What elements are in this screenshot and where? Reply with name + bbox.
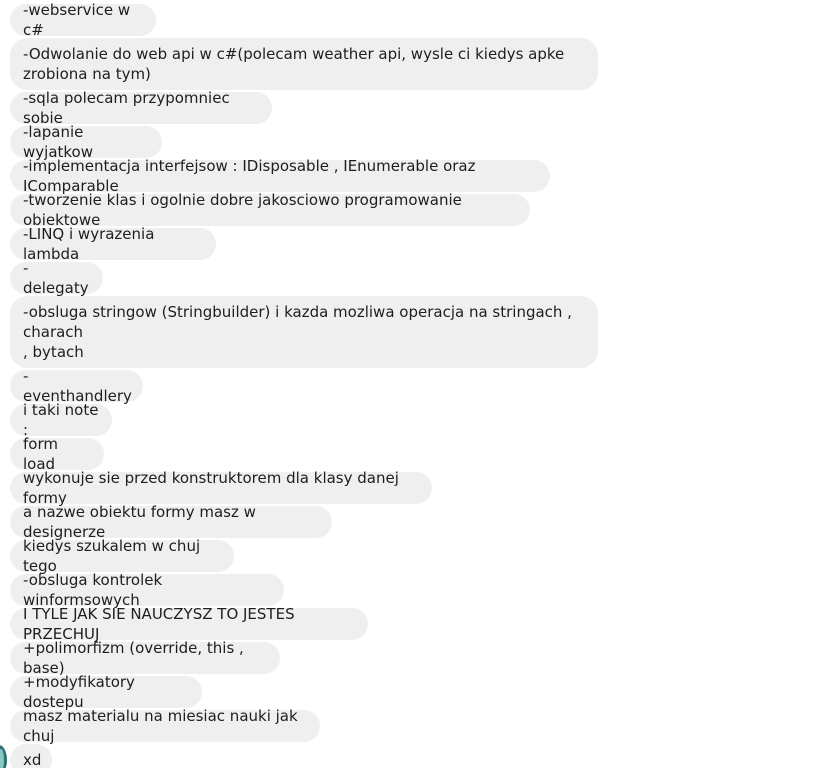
message-bubble[interactable]: -sqla polecam przypomniec sobie <box>10 89 272 127</box>
message-bubble[interactable]: -implementacja interfejsow : IDisposable… <box>10 157 550 195</box>
message-bubble[interactable]: -eventhandlery <box>10 367 143 405</box>
message-bubble[interactable]: +modyfikatory dostepu <box>10 673 202 711</box>
message-bubble[interactable]: -webservice w c# <box>10 1 156 39</box>
message-bubble[interactable]: masz materialu na miesiac nauki jak chuj <box>10 707 320 745</box>
message-bubble[interactable]: -tworzenie klas i ogolnie dobre jakoscio… <box>10 191 530 229</box>
sender-avatar[interactable] <box>0 745 7 768</box>
message-bubble[interactable]: -obsluga kontrolek winformsowych <box>10 571 284 609</box>
message-bubble[interactable]: -Odwolanie do web api w c#(polecam weath… <box>10 38 598 90</box>
message-text: masz materialu na miesiac nauki jak chuj <box>23 707 303 745</box>
message-text: -Odwolanie do web api w c#(polecam weath… <box>23 45 570 83</box>
message-bubble[interactable]: form load <box>10 435 104 473</box>
message-bubble[interactable]: -obsluga stringow (Stringbuilder) i kazd… <box>10 296 598 368</box>
message-bubble[interactable]: wykonuje sie przed konstruktorem dla kla… <box>10 469 432 507</box>
message-bubble[interactable]: xd <box>10 744 52 768</box>
message-bubble[interactable]: kiedys szukalem w chuj tego <box>10 537 234 575</box>
message-text: -obsluga stringow (Stringbuilder) i kazd… <box>23 303 572 361</box>
message-bubble[interactable]: -delegaty <box>10 259 103 297</box>
message-text: -delegaty <box>23 259 89 297</box>
message-bubble[interactable]: -lapanie wyjatkow <box>10 123 162 161</box>
message-bubble[interactable]: a nazwe obiektu formy masz w designerze <box>10 503 332 541</box>
message-text: xd <box>23 751 42 768</box>
message-bubble[interactable]: i taki note : <box>10 401 112 439</box>
message-bubble[interactable]: -LINQ i wyrazenia lambda <box>10 225 216 263</box>
message-text: -webservice w c# <box>23 1 135 39</box>
message-bubble[interactable]: I TYLE JAK SIE NAUCZYSZ TO JESTES PRZECH… <box>10 605 368 643</box>
message-bubble[interactable]: +polimorfizm (override, this , base) <box>10 639 280 677</box>
